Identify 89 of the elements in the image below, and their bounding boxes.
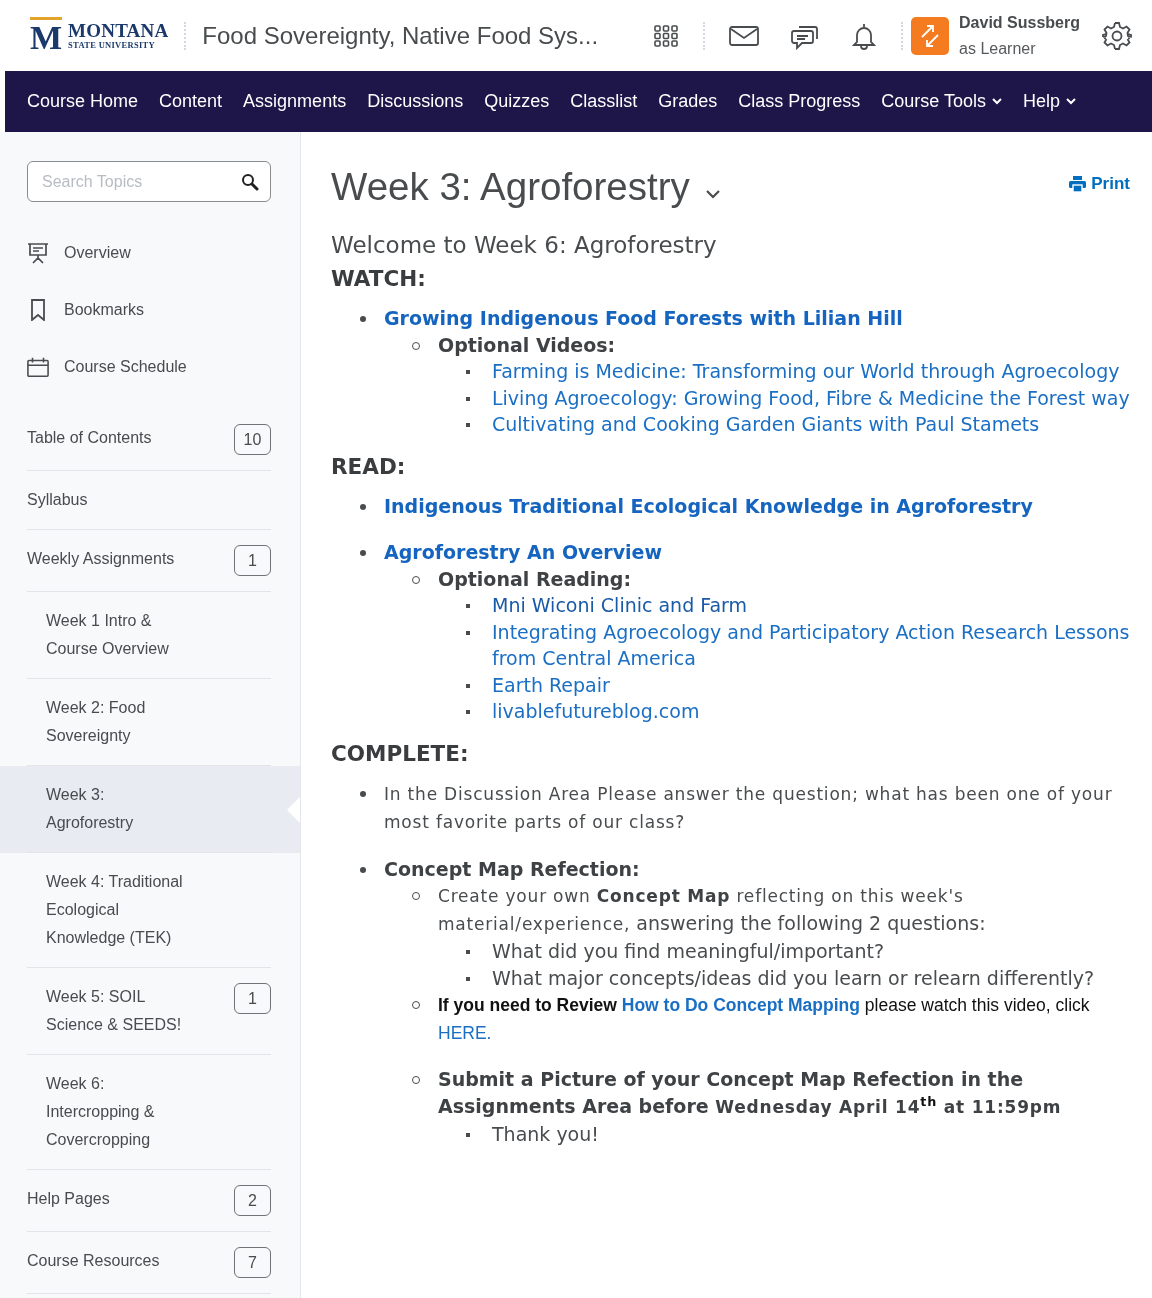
bullet-icon [360, 550, 366, 556]
list-item-text: Concept Map Refection: [384, 857, 640, 880]
sidebar-item[interactable]: Weekly Assignments 1 [0, 530, 300, 592]
nav-link[interactable]: Assignments [243, 87, 347, 116]
sidebar-item[interactable]: Week 4: Traditional Ecological Knowledge (TEK) [0, 853, 300, 968]
count-badge: 1 [234, 983, 271, 1014]
bullet-icon [466, 630, 470, 635]
link[interactable]: Mni Wiconi Clinic and Farm [492, 592, 748, 619]
nav-link[interactable]: Course Tools [881, 87, 1003, 116]
chevron-down-icon[interactable] [705, 189, 720, 199]
nav-link[interactable]: Classlist [570, 87, 638, 116]
count-badge: 1 [234, 545, 271, 576]
bullet-icon [466, 604, 470, 608]
bullet-icon [466, 683, 470, 688]
nav-link[interactable]: Discussions [367, 87, 464, 116]
search-icon[interactable] [241, 173, 259, 191]
logo-subtitle: STATE UNIVERSITY [68, 41, 156, 50]
sidebar-item[interactable]: Course Resources 7 [0, 1232, 300, 1294]
list-item-text: Thank you! [492, 1122, 599, 1145]
bookmark-icon [29, 298, 47, 321]
sidebar-item[interactable]: Week 3: Agroforestry [0, 766, 300, 853]
bullet-icon [466, 976, 470, 981]
list-item-text: Submit a Picture of your Concept Map Refection in the Assignments Area before Wednesday April 14$^{th}$ at 11:59pm [438, 1068, 1062, 1117]
bell-icon[interactable] [851, 21, 878, 50]
bullet-icon [466, 370, 470, 374]
mail-icon[interactable] [729, 25, 760, 46]
section-heading: COMPLETE: [331, 740, 470, 766]
link[interactable]: Integrating Agroecology and Participatory Action Research Lessons from Central America [492, 618, 1130, 672]
section-heading: WATCH: [331, 266, 427, 291]
link[interactable]: HERE. [438, 1022, 492, 1043]
user-name[interactable]: David Sussberg [959, 9, 1080, 36]
bullet-icon [466, 1132, 470, 1137]
list-item-text: Optional Reading: [438, 567, 632, 590]
sidebar-item[interactable]: Help Pages 2 [0, 1170, 300, 1232]
settings-icon[interactable] [1102, 20, 1132, 51]
bullet-icon [360, 316, 366, 322]
list-item-text: Create your own Concept Map reflecting on this week's material/experience, answering the following 2 questions: [438, 885, 986, 934]
count-badge: 2 [234, 1185, 271, 1216]
count-badge: 7 [234, 1247, 271, 1278]
calendar-icon [27, 355, 49, 378]
link[interactable]: Growing Indigenous Food Forests with Lilian Hill [384, 305, 903, 332]
nav-link[interactable]: Class Progress [738, 87, 861, 116]
list-item-text: In the Discussion Area Please answer the question; what has been one of your most favorite parts of our class? [384, 783, 1113, 832]
link[interactable]: Earth Repair [492, 671, 610, 698]
nav-link[interactable]: Quizzes [484, 87, 550, 116]
sidebar-link[interactable]: Course Schedule [27, 338, 191, 395]
count-badge: 10 [234, 424, 271, 455]
nav-link[interactable]: Help [1023, 87, 1077, 116]
list-item-text: Optional Videos: [438, 333, 616, 356]
sidebar-item[interactable]: Week 5: SOIL Science & SEEDS! 1 [0, 968, 300, 1055]
sidebar-item[interactable]: Week 1 Intro & Course Overview [0, 592, 300, 679]
logo-name: MONTANA [68, 21, 169, 41]
role-switch-icon[interactable] [911, 16, 950, 55]
bullet-icon [466, 950, 470, 954]
list-item-text: If you need to Review How to Do Concept Mapping please watch this video, click HERE. [438, 994, 1090, 1043]
printer-icon [1069, 176, 1087, 192]
sidebar-link[interactable]: Bookmarks [27, 281, 149, 338]
section-heading: READ: [331, 453, 407, 479]
logo-mark[interactable]: M [30, 16, 63, 55]
print-button[interactable]: Print [1069, 174, 1130, 194]
presentation-board-icon [27, 241, 49, 264]
link[interactable]: Living Agroecology: Growing Food, Fibre & Medicine the Forest way [492, 384, 1130, 411]
link[interactable]: Farming is Medicine: Transforming our World through Agroecology [492, 358, 1120, 385]
link[interactable]: Indigenous Traditional Ecological Knowledge in Agroforestry [384, 492, 1033, 519]
bullet-icon [360, 866, 366, 873]
course-title[interactable]: Food Sovereignty, Native Food Sys... [202, 21, 599, 50]
intro-text: Welcome to Week 6: Agroforestry [331, 232, 718, 258]
sidebar-item[interactable]: Week 6: Intercropping & Covercropping [0, 1055, 300, 1170]
bullet-icon [466, 396, 470, 401]
nav-link[interactable]: Content [159, 87, 223, 116]
user-role: as Learner [959, 38, 1037, 59]
nav-link[interactable]: Course Home [27, 87, 139, 116]
link[interactable]: Cultivating and Cooking Garden Giants with Paul Stamets [492, 411, 1040, 438]
link[interactable]: Agroforestry An Overview [384, 539, 663, 566]
sidebar-link[interactable]: Overview [27, 224, 135, 281]
link[interactable]: How to Do Concept Mapping [621, 995, 860, 1015]
sidebar-item[interactable]: Syllabus [0, 471, 300, 530]
list-item-text: What did you find meaningful/important? [492, 940, 885, 962]
nav-link[interactable]: Grades [658, 87, 718, 116]
apps-grid-icon[interactable] [653, 24, 680, 47]
page-title: Week 3: Agroforestry [331, 164, 690, 210]
bullet-icon [466, 710, 470, 714]
bullet-icon [466, 423, 470, 427]
search-field[interactable]: Search Topics [27, 161, 271, 202]
list-item-text: What major concepts/ideas did you learn or relearn differently? [492, 966, 1095, 989]
link[interactable]: livablefutureblog.com [492, 698, 700, 725]
sidebar-item[interactable]: Table of Contents 10 [0, 409, 300, 471]
bullet-icon [360, 503, 366, 510]
bullet-icon [360, 790, 366, 797]
